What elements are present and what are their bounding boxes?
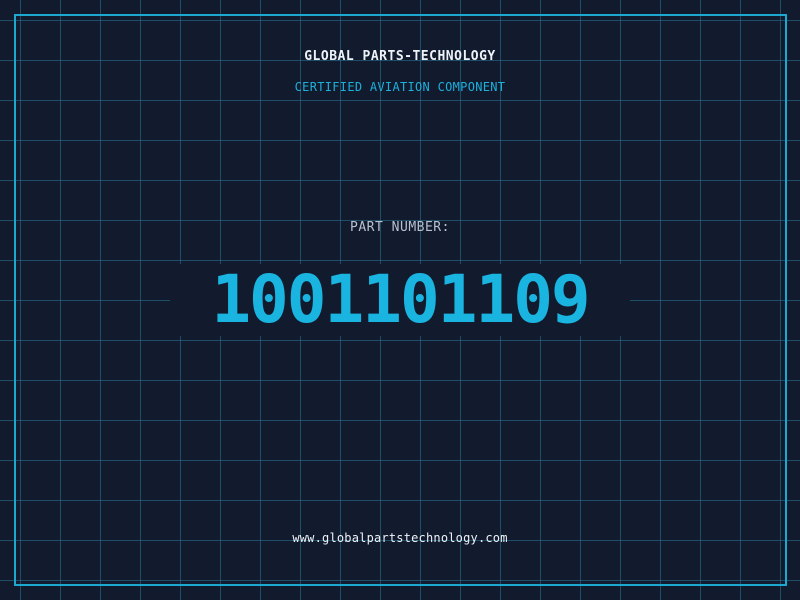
part-number-label: PART NUMBER: — [350, 220, 450, 235]
tagline: CERTIFIED AVIATION COMPONENT — [294, 80, 506, 94]
website-url: www.globalpartstechnology.com — [292, 531, 508, 545]
company-name: GLOBAL PARTS-TECHNOLOGY — [304, 49, 496, 64]
part-number-value: 1001101109 — [211, 261, 590, 338]
